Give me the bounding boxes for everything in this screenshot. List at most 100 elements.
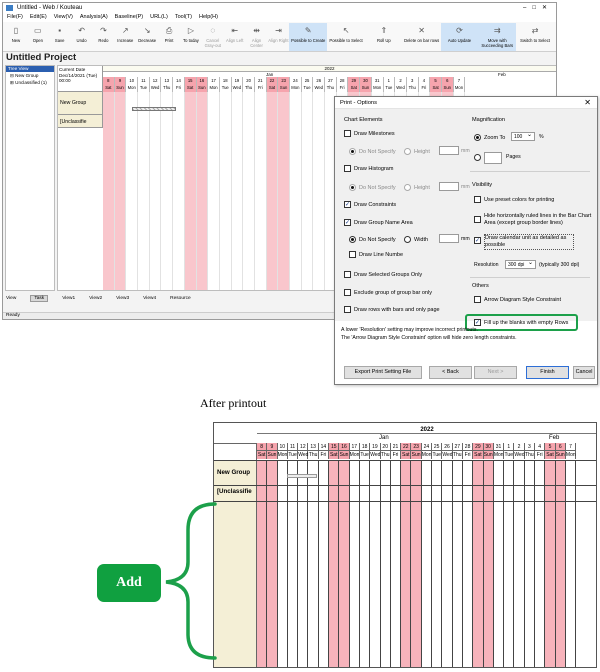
finish-button[interactable]: Finish [526,366,569,379]
move-with-succeeding-bars-button[interactable]: ⇉ Move with Succeeding Bars [478,23,517,51]
menu-item[interactable]: Analysis(A) [80,13,108,22]
tree-item-new-group[interactable]: ⊟ New Group [6,72,54,79]
menu-item[interactable]: View(V) [54,13,73,22]
auto-update-button[interactable]: ⟳ Auto Update [440,23,479,51]
decrease-button[interactable]: ↘ Decrease [136,23,158,51]
possible-to-select-button[interactable]: ↖ Possible to Select [327,23,365,51]
view-tab[interactable]: Resource [170,296,191,301]
printout-day-number: 19 [370,444,380,451]
draw-line-number-checkbox[interactable]: Draw Line Numbe [349,251,403,258]
gantt-day-number: 2 [399,78,402,83]
menu-item[interactable]: Edit(E) [30,13,47,22]
menu-item[interactable]: URL(L) [150,13,168,22]
export-print-setting-button[interactable]: Export Print Setting File [344,366,422,379]
gantt-day-number: 24 [293,78,298,83]
decrease-icon: ↘ [143,25,151,35]
auto-update-icon: ⟳ [456,25,463,35]
draw-rows-with-bars-checkbox[interactable]: Draw rows with bars and only page [344,306,440,313]
align-center-button[interactable]: ⇹ Align Center [246,23,268,51]
gantt-day-cell: 29 Sat [348,77,361,92]
printout-day-number: 4 [535,443,545,451]
delete-on-bar-rows-button[interactable]: ✕ Delete on bar rows [403,23,441,51]
gantt-day-cell: 24 Mon [290,77,302,92]
histogram-height-radio[interactable]: Height [404,184,430,191]
checkbox-label: Hide horizontally ruled lines in the Bar… [484,213,592,226]
back-button[interactable]: < Back [429,366,472,379]
printout-day-cell: 23 Sun [411,443,422,459]
menu-item[interactable]: Tool(T) [175,13,192,22]
milestone-height-input[interactable] [439,146,459,155]
gantt-day-number: 1 [387,78,391,83]
view-tab[interactable]: View4 [143,296,156,301]
menu-item[interactable]: Baseline(P) [115,13,143,22]
gantt-day-cell: 5 Sat [430,77,442,92]
close-icon[interactable]: ✕ [584,97,591,109]
menu-item[interactable]: File(F) [7,13,23,22]
histogram-do-not-specify-radio[interactable]: Do Not Specify [349,184,396,191]
cancel-button[interactable]: Cancel [573,366,595,379]
tree-item-unclassified[interactable]: ⊞ Unclassified (1) [6,79,54,86]
printout-row-unclassified: [Unclassifie [214,485,257,501]
draw-milestones-checkbox[interactable]: Draw Milestones [344,130,395,137]
use-preset-colors-checkbox[interactable]: Use preset colors for printing [474,196,554,203]
menu-item[interactable]: Help(H) [199,13,218,22]
view-tab[interactable]: View1 [62,296,75,301]
printout-day-cell: 18 Tue [359,443,371,459]
printout-weekday: Wed [370,452,381,458]
zoom-to-radio[interactable]: Zoom To [474,134,505,141]
hide-ruled-lines-checkbox[interactable]: Hide horizontally ruled lines in the Bar… [474,213,592,227]
view-tab[interactable]: View3 [116,296,129,301]
resolution-select[interactable]: 300 dpi [505,259,536,269]
group-width-radio[interactable]: Width [404,236,428,243]
gantt-weekday: Fri [257,85,263,90]
draw-selected-groups-checkbox[interactable]: Draw Selected Groups Only [344,271,422,278]
printout-day-number: 11 [287,443,298,451]
pages-input[interactable] [484,152,502,164]
draw-histogram-checkbox[interactable]: Draw Histogram [344,165,393,172]
gantt-row-unclassified[interactable]: [Unclassifie [58,114,103,128]
open-button[interactable]: ▭ Open [27,23,49,51]
printout-day-cell: 25 Tue [432,443,443,459]
align-right-button[interactable]: ⇥ Align Right [268,23,290,51]
draw-calendar-unit-checkbox[interactable]: ✓ Draw calendar unit as detailed as possi… [474,234,574,250]
gantt-row-new-group[interactable]: New Group [58,92,103,114]
group-do-not-specify-radio[interactable]: Do Not Specify [349,236,396,243]
group-width-input[interactable] [439,234,459,243]
exclude-group-checkbox[interactable]: Exclude group of group bar only [344,289,432,296]
redo-button[interactable]: ↷ Redo [93,23,115,51]
resolution-hint: (typically 300 dpi) [539,262,580,268]
milestone-do-not-specify-radio[interactable]: Do Not Specify [349,148,396,155]
switch-to-select-button[interactable]: ⇄ Switch to Select [516,23,554,51]
possible-to-create-button[interactable]: ✎ Possible to Create [289,23,328,51]
view-tab[interactable]: View2 [89,296,102,301]
histogram-height-input[interactable] [439,182,459,191]
zoom-value-select[interactable]: 100 [511,131,535,141]
printout-column [483,460,494,667]
window-controls[interactable]: –□✕ [523,3,553,13]
printout-day-cell: 5 Sat [545,443,556,459]
printout-group-fill [214,501,257,667]
to-today-button[interactable]: ▷ To today [180,23,202,51]
align-left-button[interactable]: ⇤ Align Left [224,23,246,51]
next-button[interactable]: Next > [474,366,517,379]
printout-weekday: Thu [525,452,534,458]
increase-button[interactable]: ↗ Increase [114,23,136,51]
printout-day-number: 2 [514,443,524,451]
undo-button[interactable]: ↶ Undo [71,23,93,51]
view-tab[interactable]: Task [30,294,49,302]
draw-group-name-area-checkbox[interactable]: ✓ Draw Group Name Area [344,219,413,226]
new-button[interactable]: ▯ New [5,23,27,51]
printout-day-cell: 19 Wed [370,443,381,459]
pages-radio[interactable] [474,154,481,161]
roll-up-button[interactable]: ⇑ Roll Up [365,23,403,51]
cancel-gray-out-button[interactable]: ◌ Cancel Gray-out [202,23,224,51]
draw-constraints-checkbox[interactable]: ✓ Draw Constraints [344,201,396,208]
gantt-task-bar[interactable] [132,107,176,111]
divider [214,485,596,486]
save-button[interactable]: ▪ Save [49,23,71,51]
print-button[interactable]: ⎙ Print [158,23,180,51]
gantt-day-number: 23 [281,78,286,83]
gantt-column [220,92,232,290]
milestone-height-radio[interactable]: Height [404,148,430,155]
arrow-diagram-checkbox[interactable]: Arrow Diagram Style Constraint [474,296,561,303]
